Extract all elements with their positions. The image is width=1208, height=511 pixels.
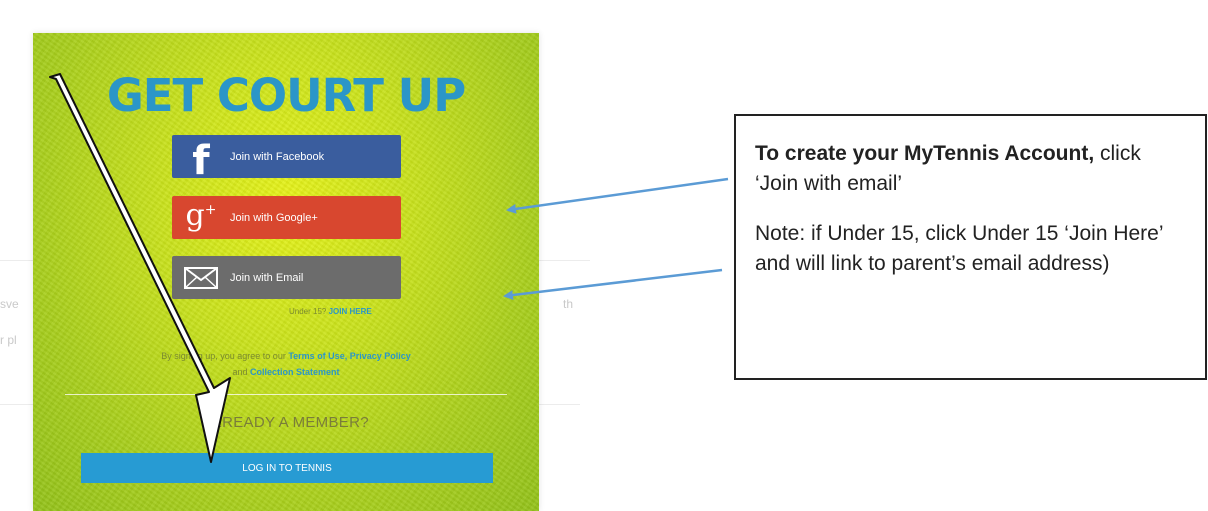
login-pointer-arrow [49, 73, 231, 463]
callout-arrow-email [506, 177, 729, 214]
annotation-arrows [49, 73, 729, 463]
callout-arrow-under15 [503, 268, 723, 301]
